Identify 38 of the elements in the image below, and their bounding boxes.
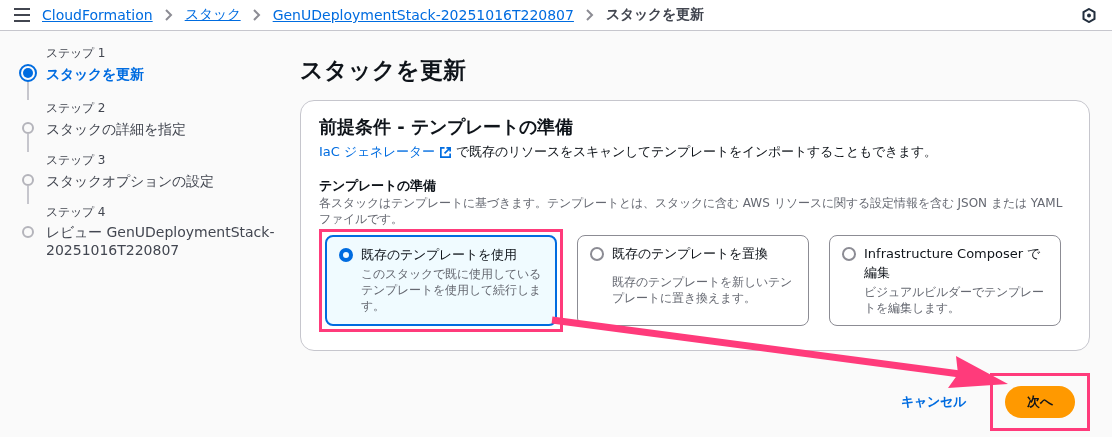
radio-button[interactable] xyxy=(842,247,856,261)
breadcrumb-link[interactable]: スタック xyxy=(184,6,241,24)
external-link-icon[interactable] xyxy=(439,145,452,159)
next-button[interactable]: 次へ xyxy=(1005,386,1075,418)
step-title[interactable]: スタックを更新 xyxy=(46,65,276,97)
breadcrumb-link[interactable]: CloudFormation xyxy=(42,7,153,23)
breadcrumb-current: スタックを更新 xyxy=(605,6,704,24)
chevron-icon xyxy=(252,9,261,21)
step-title[interactable]: スタックの詳細を指定 xyxy=(46,120,276,152)
option-title: Infrastructure Composer で編集 xyxy=(864,245,1042,282)
option-tile[interactable]: Infrastructure Composer で編集 ビジュアルビルダーでテンプレートを編集します。 xyxy=(829,235,1061,326)
breadcrumb-link[interactable]: GenUDeploymentStack-20251016T220807 xyxy=(272,7,574,23)
field-label: テンプレートの準備 xyxy=(319,177,437,195)
generator-link[interactable]: IaC ジェネレーター xyxy=(319,143,435,161)
chevron-icon xyxy=(164,9,173,21)
step-label: ステップ 3 xyxy=(46,152,107,169)
option-description: 既存のテンプレートを新しいテンプレートに置き換えます。 xyxy=(612,274,793,307)
step-title[interactable]: レビュー GenUDeploymentStack-20251016T220807 xyxy=(46,223,276,273)
step-label: ステップ 4 xyxy=(46,204,107,221)
step-title[interactable]: スタックオプションの設定 xyxy=(46,172,276,204)
option-description: ビジュアルビルダーでテンプレートを編集します。 xyxy=(864,283,1045,317)
option-title: 既存のテンプレートを使用 xyxy=(361,246,518,264)
option-description: このスタックで既に使用しているテンプレートを使用して続行します。 xyxy=(361,266,542,315)
radio-button[interactable] xyxy=(590,247,604,261)
cancel-link[interactable]: キャンセル xyxy=(895,392,972,412)
card-title: 前提条件 - テンプレートの準備 xyxy=(319,115,574,139)
page-title: スタックを更新 xyxy=(300,56,467,85)
option-tile[interactable]: 既存のテンプレートを使用 このスタックで既に使用しているテンプレートを使用して続行します。 xyxy=(325,235,557,326)
radio-button[interactable] xyxy=(339,248,353,262)
step-label: ステップ 1 xyxy=(46,45,107,62)
menu-icon[interactable] xyxy=(14,8,30,22)
option-tile[interactable]: 既存のテンプレートを置換 既存のテンプレートを新しいテンプレートに置き換えます。 xyxy=(577,235,809,326)
step-label: ステップ 2 xyxy=(46,100,107,117)
intro-text: で既存のリソースをスキャンしてテンプレートをインポートすることもできます。 xyxy=(456,143,937,161)
option-title: 既存のテンプレートを置換 xyxy=(612,245,769,263)
field-description: 各スタックはテンプレートに基づきます。テンプレートとは、スタックに含む AWS リソースに関する設定情報を含む JSON または YAML ファイルです。 xyxy=(319,195,1064,227)
hexagon-icon[interactable] xyxy=(1082,7,1096,23)
chevron-icon xyxy=(585,9,594,21)
